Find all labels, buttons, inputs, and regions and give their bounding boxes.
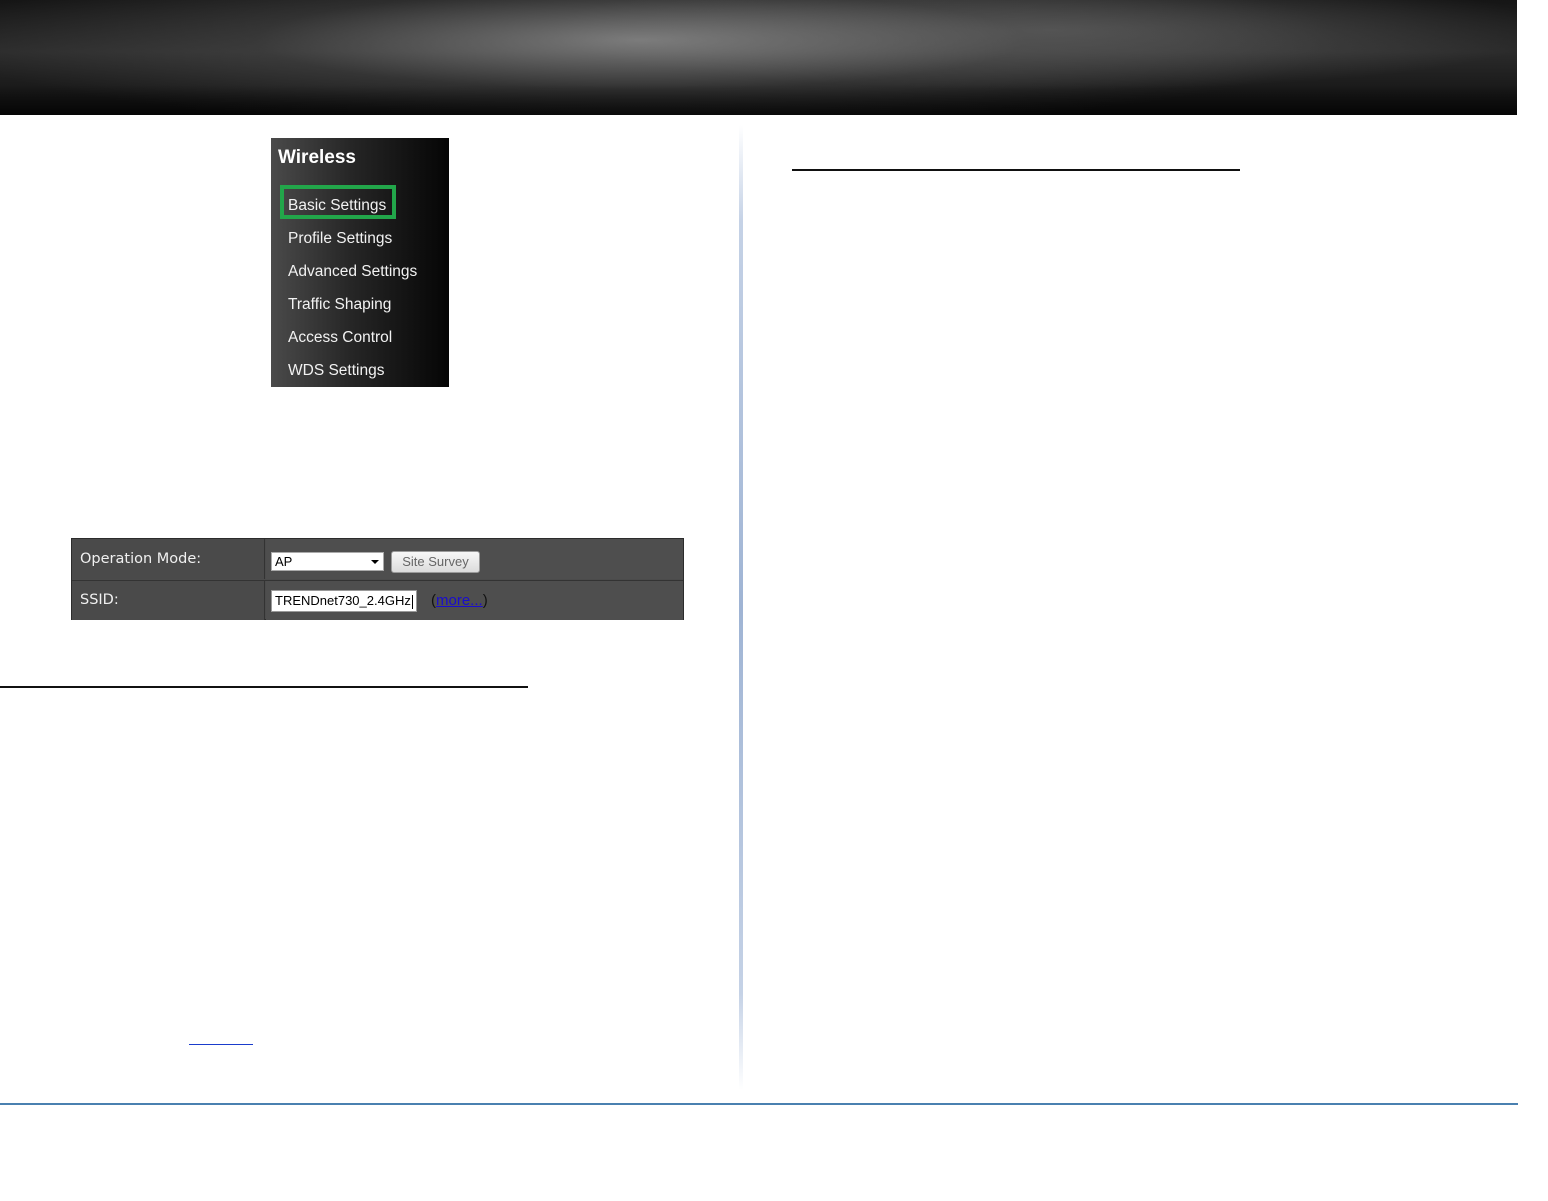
operation-mode-cell: AP Site Survey — [266, 539, 683, 579]
menu-item-traffic-shaping[interactable]: Traffic Shaping — [288, 296, 391, 314]
menu-item-profile-settings[interactable]: Profile Settings — [288, 230, 392, 248]
section-rule-right — [792, 169, 1240, 171]
operation-mode-selected: AP — [275, 554, 293, 569]
ssid-row: SSID: TRENDnet730_2.4GHz (more...) — [72, 580, 683, 620]
column-divider — [739, 125, 743, 1090]
site-survey-button[interactable]: Site Survey — [391, 551, 480, 573]
more-link[interactable]: more... — [436, 592, 483, 609]
ssid-cell: TRENDnet730_2.4GHz (more...) — [266, 581, 683, 620]
menu-item-wds-settings[interactable]: WDS Settings — [288, 362, 384, 380]
operation-mode-select[interactable]: AP — [271, 552, 384, 571]
ssid-value: TRENDnet730_2.4GHz — [275, 593, 411, 608]
header-banner — [0, 0, 1517, 115]
text-cursor — [411, 594, 413, 609]
menu-title: Wireless — [278, 147, 356, 168]
link-underline[interactable] — [189, 1044, 253, 1045]
footer-rule — [0, 1103, 1518, 1105]
more-close-paren: ) — [482, 592, 488, 609]
operation-mode-row: Operation Mode: AP Site Survey — [72, 539, 683, 579]
wireless-menu: Wireless Basic Settings Profile Settings… — [271, 138, 449, 387]
wireless-basic-form: Operation Mode: AP Site Survey SSID: TRE… — [71, 538, 684, 620]
menu-item-basic-settings[interactable]: Basic Settings — [288, 197, 386, 215]
ssid-input[interactable]: TRENDnet730_2.4GHz — [271, 590, 417, 612]
section-rule-left — [0, 686, 528, 688]
chevron-down-icon — [371, 560, 379, 564]
more-wrap: (more...) — [431, 592, 488, 610]
menu-item-advanced-settings[interactable]: Advanced Settings — [288, 263, 417, 281]
ssid-label: SSID: — [72, 581, 265, 620]
menu-item-access-control[interactable]: Access Control — [288, 329, 392, 347]
operation-mode-label: Operation Mode: — [72, 539, 265, 579]
